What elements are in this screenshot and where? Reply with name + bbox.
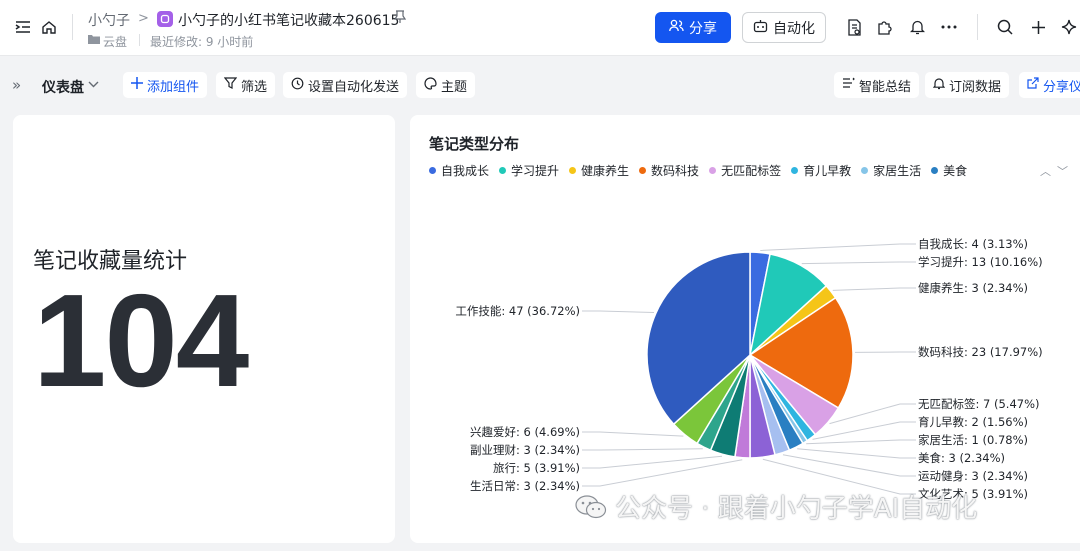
- filter-icon: [223, 77, 238, 93]
- sidebar-toggle-icon[interactable]: [12, 16, 34, 38]
- more-icon[interactable]: [938, 16, 960, 38]
- pie-data-label: 工作技能: 47 (36.72%): [455, 304, 580, 318]
- add-widget-button[interactable]: 添加组件: [123, 72, 208, 98]
- theme-button[interactable]: 主题: [416, 72, 476, 98]
- share-dashboard-label: 分享仪: [1043, 79, 1080, 95]
- filter-label: 筛选: [241, 79, 268, 95]
- last-modified: 最近修改: 9 小时前: [150, 35, 254, 49]
- pie-leader-line: [806, 439, 916, 445]
- pie-data-label: 数码科技: 23 (17.97%): [918, 345, 1043, 359]
- share-label: 分享: [689, 20, 717, 37]
- robot-icon: [753, 19, 768, 37]
- pie-leader-line: [801, 261, 916, 265]
- summary-icon: [842, 77, 855, 93]
- auto-send-label: 设置自动化发送: [308, 79, 400, 95]
- auto-send-button[interactable]: 设置自动化发送: [283, 72, 408, 98]
- document-icon[interactable]: [843, 16, 865, 38]
- pie-leader-line: [582, 448, 703, 451]
- theme-label: 主题: [441, 79, 468, 95]
- search-icon[interactable]: [994, 16, 1016, 38]
- plugin-icon[interactable]: [874, 16, 896, 38]
- sparkle-icon[interactable]: [1058, 16, 1080, 38]
- automation-label: 自动化: [773, 20, 815, 37]
- document-title[interactable]: 小勺子的小红书笔记收藏本260615: [178, 10, 399, 30]
- bell-icon[interactable]: [906, 16, 928, 38]
- divider: [72, 14, 73, 40]
- pie-leader-line: [582, 431, 684, 437]
- subscribe-label: 订阅数据: [949, 79, 1002, 95]
- watermark: 公众号 · 跟着小勺子学AI自动化: [575, 488, 977, 525]
- pie-data-label: 自我成长: 4 (3.13%): [918, 237, 1028, 251]
- smart-summary-button[interactable]: 智能总结: [834, 72, 920, 98]
- pie-data-label: 兴趣爱好: 6 (4.69%): [470, 425, 580, 439]
- stat-card[interactable]: 笔记收藏量统计 104: [13, 115, 395, 543]
- base-doc-icon: [157, 11, 173, 27]
- home-icon[interactable]: [38, 16, 60, 38]
- plus-icon: [131, 77, 143, 93]
- share-button[interactable]: 分享: [655, 12, 731, 43]
- automation-button[interactable]: 自动化: [742, 12, 826, 43]
- folder-icon: [88, 33, 100, 47]
- pie-data-label: 育儿早教: 2 (1.56%): [918, 415, 1028, 429]
- watermark-text: 公众号 · 跟着小勺子学AI自动化: [615, 494, 978, 524]
- breadcrumb-workspace[interactable]: 小勺子: [88, 10, 130, 30]
- location-label[interactable]: 云盘: [103, 33, 127, 50]
- divider: [977, 14, 978, 40]
- pie-data-label: 运动健身: 3 (2.34%): [918, 469, 1028, 483]
- pie-leader-line: [812, 421, 916, 440]
- dashboard-toolbar: 添加组件 筛选 设置自动化发送 主题 智能总结 订阅数据 分享仪: [0, 66, 1080, 104]
- chevron-right-icon: >: [138, 11, 149, 26]
- pie-leader-line: [760, 243, 916, 252]
- filter-button[interactable]: 筛选: [216, 72, 276, 98]
- pie-data-label: 学习提升: 13 (10.16%): [918, 255, 1043, 269]
- users-icon: [669, 19, 684, 36]
- share-dashboard-button[interactable]: 分享仪: [1019, 72, 1080, 98]
- chart-card[interactable]: 笔记类型分布 自我成长 学习提升 健康养生 数码科技 无匹配标签 育儿早教 家居生活 美食 ︿…: [410, 115, 1080, 543]
- pie-data-label: 美食: 3 (2.34%): [918, 451, 1005, 465]
- clock-send-icon: [291, 77, 304, 94]
- pie-data-label: 副业理财: 3 (2.34%): [470, 443, 580, 457]
- pin-icon[interactable]: [393, 10, 407, 28]
- plus-icon[interactable]: [1027, 16, 1049, 38]
- divider: [139, 34, 140, 46]
- pie-leader-line: [582, 455, 723, 469]
- pie-data-label: 生活日常: 3 (2.34%): [470, 479, 580, 493]
- pie-data-label: 健康养生: 3 (2.34%): [918, 281, 1028, 295]
- pie-data-label: 旅行: 5 (3.91%): [493, 461, 580, 475]
- subscribe-bell-icon: [932, 77, 946, 94]
- pie-leader-line: [582, 459, 743, 487]
- pie-data-label: 家居生活: 1 (0.78%): [918, 433, 1028, 447]
- top-header: 小勺子 > 小勺子的小红书笔记收藏本260615 云盘 最近修改: 9 小时前 …: [0, 0, 1080, 56]
- pie-data-label: 无匹配标签: 7 (5.47%): [918, 397, 1040, 411]
- pie-chart: 自我成长: 4 (3.13%) 学习提升: 13 (10.16%) 健康养生: 3 …: [455, 237, 1043, 501]
- smart-summary-label: 智能总结: [859, 79, 912, 95]
- add-widget-label: 添加组件: [147, 79, 200, 95]
- pie-leader-line: [832, 287, 916, 291]
- share-icon: [1027, 77, 1039, 93]
- pie-leader-line: [582, 310, 655, 313]
- pie-leader-line: [829, 403, 916, 425]
- subscribe-button[interactable]: 订阅数据: [925, 72, 1010, 98]
- stat-card-value: 104: [33, 267, 249, 414]
- palette-icon: [424, 76, 437, 94]
- pie-leader-line: [797, 448, 916, 459]
- wechat-logo-icon: [575, 494, 607, 518]
